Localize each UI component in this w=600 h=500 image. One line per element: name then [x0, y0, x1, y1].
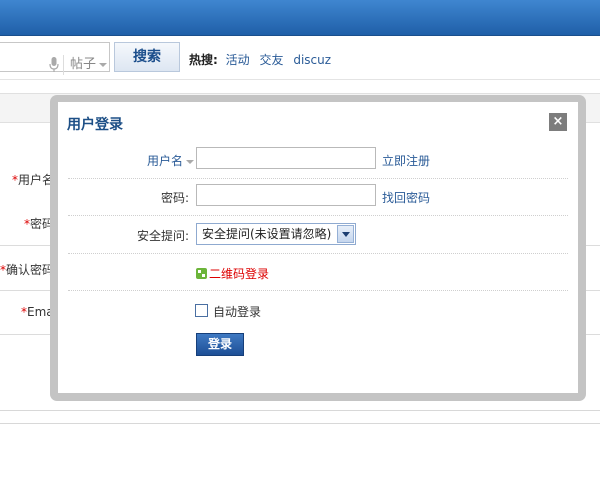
- close-icon[interactable]: ×: [549, 113, 567, 131]
- username-type-select[interactable]: 用户名: [147, 152, 194, 169]
- username-label: 用户名: [146, 154, 183, 168]
- username-input[interactable]: [196, 147, 376, 169]
- divider: [68, 215, 568, 216]
- password-input[interactable]: [196, 184, 376, 206]
- hot-link-activity[interactable]: 活动: [226, 53, 250, 67]
- security-question-value: 安全提问(未设置请忽略): [202, 227, 332, 241]
- qr-login-label: 二维码登录: [209, 267, 270, 281]
- hot-link-discuz[interactable]: discuz: [293, 53, 331, 67]
- register-link[interactable]: 立即注册: [382, 152, 430, 169]
- auto-login-checkbox[interactable]: [195, 304, 208, 317]
- site-header-bar: [0, 0, 600, 36]
- divider: [0, 410, 600, 411]
- divider: [68, 290, 568, 291]
- chevron-down-icon: [186, 159, 194, 164]
- dialog-title: 用户登录: [67, 117, 123, 133]
- microphone-icon[interactable]: [49, 57, 59, 73]
- hot-search-label: 热搜:: [189, 53, 218, 67]
- divider: [68, 253, 568, 254]
- security-question-label: 安全提问:: [136, 229, 189, 243]
- search-type-label: 帖子: [70, 57, 97, 72]
- qr-code-icon: [196, 268, 207, 279]
- forgot-password-link[interactable]: 找回密码: [382, 189, 430, 206]
- chevron-down-icon[interactable]: [337, 225, 354, 243]
- qr-login-link[interactable]: 二维码登录: [196, 265, 269, 282]
- divider: [68, 178, 568, 179]
- hot-searches: 热搜: 活动 交友 discuz: [189, 51, 337, 68]
- password-label: 密码:: [160, 191, 189, 205]
- security-question-select[interactable]: 安全提问(未设置请忽略): [196, 223, 356, 245]
- search-type-select[interactable]: 帖子: [63, 55, 108, 75]
- divider: [0, 423, 600, 424]
- hot-link-dating[interactable]: 交友: [259, 53, 283, 67]
- search-input[interactable]: 帖子: [0, 42, 110, 75]
- search-band: 帖子 搜索 热搜: 活动 交友 discuz: [0, 36, 600, 80]
- login-dialog: 用户登录 × 用户名 立即注册 密码: 找回密码 安全提问: 安全提问(未设置请…: [58, 102, 578, 393]
- login-submit-button[interactable]: 登录: [196, 333, 244, 356]
- chevron-down-icon: [99, 62, 108, 67]
- auto-login-label[interactable]: 自动登录: [213, 303, 261, 320]
- search-button[interactable]: 搜索: [114, 42, 180, 72]
